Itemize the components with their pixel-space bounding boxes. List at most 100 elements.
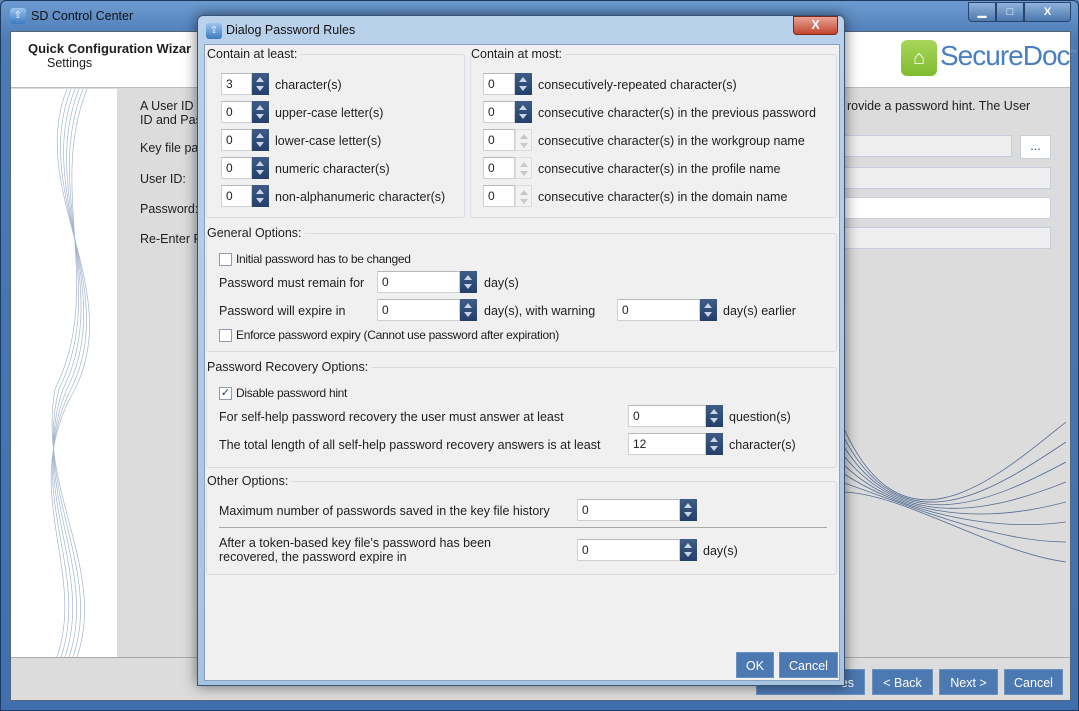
max-requirement-value[interactable]: 0 — [483, 101, 515, 123]
min-requirement-spinner[interactable]: 0 — [221, 129, 269, 151]
max-requirement-spinner[interactable]: 0 — [483, 101, 532, 123]
reenter-password-label: Re-Enter P — [140, 232, 202, 246]
enforce-expiry-checkbox[interactable] — [219, 329, 232, 342]
min-requirement-value[interactable]: 0 — [221, 185, 252, 207]
min-requirement-spinner[interactable]: 0 — [221, 101, 269, 123]
spinner-arrows-icon[interactable] — [706, 405, 723, 427]
spinner-arrows-icon[interactable] — [515, 185, 532, 207]
min-requirement-value[interactable]: 3 — [221, 73, 252, 95]
max-requirement-label: consecutive character(s) in the workgrou… — [538, 134, 805, 148]
ok-button[interactable]: OK — [736, 652, 774, 678]
min-requirement-label: lower-case letter(s) — [275, 134, 382, 148]
user-id-input[interactable] — [831, 167, 1051, 189]
max-requirement-value[interactable]: 0 — [483, 129, 515, 151]
remain-days-value[interactable]: 0 — [377, 271, 460, 293]
initial-password-change-label: Initial password has to be changed — [236, 252, 411, 266]
max-requirement-value[interactable]: 0 — [483, 73, 515, 95]
token-expire-spinner[interactable]: 0 — [577, 539, 697, 561]
browse-button[interactable]: ... — [1020, 135, 1051, 159]
wizard-subtitle: Settings — [47, 56, 93, 70]
next-button[interactable]: Next > — [939, 669, 998, 695]
spinner-arrows-icon[interactable] — [252, 157, 269, 179]
max-requirement-spinner[interactable]: 0 — [483, 73, 532, 95]
back-button[interactable]: < Back — [872, 669, 933, 695]
spinner-arrows-icon[interactable] — [515, 101, 532, 123]
max-requirement-spinner[interactable]: 0 — [483, 157, 532, 179]
token-label-line2: recovered, the password expire in — [219, 550, 407, 564]
contain-at-least-legend: Contain at least: — [207, 47, 301, 61]
maximize-button[interactable]: □ — [996, 2, 1024, 22]
max-requirement-spinner[interactable]: 0 — [483, 185, 532, 207]
wave-graphic — [50, 88, 90, 658]
spinner-arrows-icon[interactable] — [700, 299, 717, 321]
spinner-arrows-icon[interactable] — [680, 499, 697, 521]
spinner-arrows-icon[interactable] — [515, 129, 532, 151]
wave-graphic-right — [840, 421, 1067, 563]
answer-length-label: The total length of all self-help passwo… — [219, 438, 601, 452]
spinner-arrows-icon[interactable] — [460, 299, 477, 321]
warning-days-spinner[interactable]: 0 — [617, 299, 717, 321]
min-requirement-value[interactable]: 0 — [221, 101, 252, 123]
spinner-arrows-icon[interactable] — [515, 157, 532, 179]
spinner-arrows-icon[interactable] — [460, 271, 477, 293]
expire-days-spinner[interactable]: 0 — [377, 299, 477, 321]
max-requirement-spinner[interactable]: 0 — [483, 129, 532, 151]
token-expire-value[interactable]: 0 — [577, 539, 680, 561]
reenter-password-input[interactable] — [831, 227, 1051, 249]
min-requirement-value[interactable]: 0 — [221, 129, 252, 151]
user-id-label: User ID: — [140, 172, 186, 186]
close-button[interactable]: X — [1024, 2, 1071, 22]
questions-spinner[interactable]: 0 — [628, 405, 723, 427]
spinner-arrows-icon[interactable] — [252, 185, 269, 207]
dialog-body: Contain at least: Contain at most: 3 char… — [204, 44, 840, 681]
dialog-cancel-button[interactable]: Cancel — [779, 652, 838, 678]
spinner-arrows-icon[interactable] — [252, 129, 269, 151]
password-rules-dialog: ⇧ Dialog Password Rules X Contain at lea… — [197, 15, 845, 686]
dialog-close-button[interactable]: X — [793, 16, 838, 35]
other-options-legend: Other Options: — [207, 474, 292, 488]
questions-value[interactable]: 0 — [628, 405, 706, 427]
history-label: Maximum number of passwords saved in the… — [219, 504, 550, 518]
spinner-arrows-icon[interactable] — [706, 433, 723, 455]
initial-password-change-checkbox[interactable] — [219, 253, 232, 266]
min-requirement-spinner[interactable]: 3 — [221, 73, 269, 95]
spinner-arrows-icon[interactable] — [252, 73, 269, 95]
general-options-legend: General Options: — [207, 226, 305, 240]
history-value[interactable]: 0 — [577, 499, 680, 521]
password-input[interactable] — [831, 197, 1051, 219]
expire-days-value[interactable]: 0 — [377, 299, 460, 321]
questions-label: For self-help password recovery the user… — [219, 410, 564, 424]
expire-label: Password will expire in — [219, 304, 346, 318]
intro-text-left: A User ID — [140, 99, 194, 113]
spinner-arrows-icon[interactable] — [515, 73, 532, 95]
wizard-cancel-button[interactable]: Cancel — [1004, 669, 1063, 695]
history-spinner[interactable]: 0 — [577, 499, 697, 521]
contain-at-most-legend: Contain at most: — [471, 47, 566, 61]
min-requirement-spinner[interactable]: 0 — [221, 185, 269, 207]
answer-length-value[interactable]: 12 — [628, 433, 706, 455]
disable-hint-checkbox[interactable]: ✓ — [219, 387, 232, 400]
spinner-arrows-icon[interactable] — [680, 539, 697, 561]
min-requirement-spinner[interactable]: 0 — [221, 157, 269, 179]
remain-unit: day(s) — [484, 276, 519, 290]
key-file-input[interactable] — [831, 135, 1012, 157]
min-requirement-value[interactable]: 0 — [221, 157, 252, 179]
remain-label: Password must remain for — [219, 276, 365, 290]
dialog-title: Dialog Password Rules — [226, 23, 356, 37]
recovery-options-legend: Password Recovery Options: — [207, 360, 372, 374]
remain-days-spinner[interactable]: 0 — [377, 271, 477, 293]
max-requirement-label: consecutive character(s) in the domain n… — [538, 190, 788, 204]
enforce-expiry-label: Enforce password expiry (Cannot use pass… — [236, 328, 559, 342]
other-options-divider — [219, 527, 827, 528]
window-title: SD Control Center — [31, 9, 134, 23]
token-expire-unit: day(s) — [703, 544, 738, 558]
answer-length-spinner[interactable]: 12 — [628, 433, 723, 455]
questions-unit: question(s) — [729, 410, 791, 424]
spinner-arrows-icon[interactable] — [252, 101, 269, 123]
max-requirement-value[interactable]: 0 — [483, 185, 515, 207]
minimize-button[interactable]: ▁ — [968, 2, 996, 22]
dialog-icon: ⇧ — [206, 23, 222, 39]
max-requirement-value[interactable]: 0 — [483, 157, 515, 179]
disable-hint-label: Disable password hint — [236, 386, 348, 400]
warning-days-value[interactable]: 0 — [617, 299, 700, 321]
